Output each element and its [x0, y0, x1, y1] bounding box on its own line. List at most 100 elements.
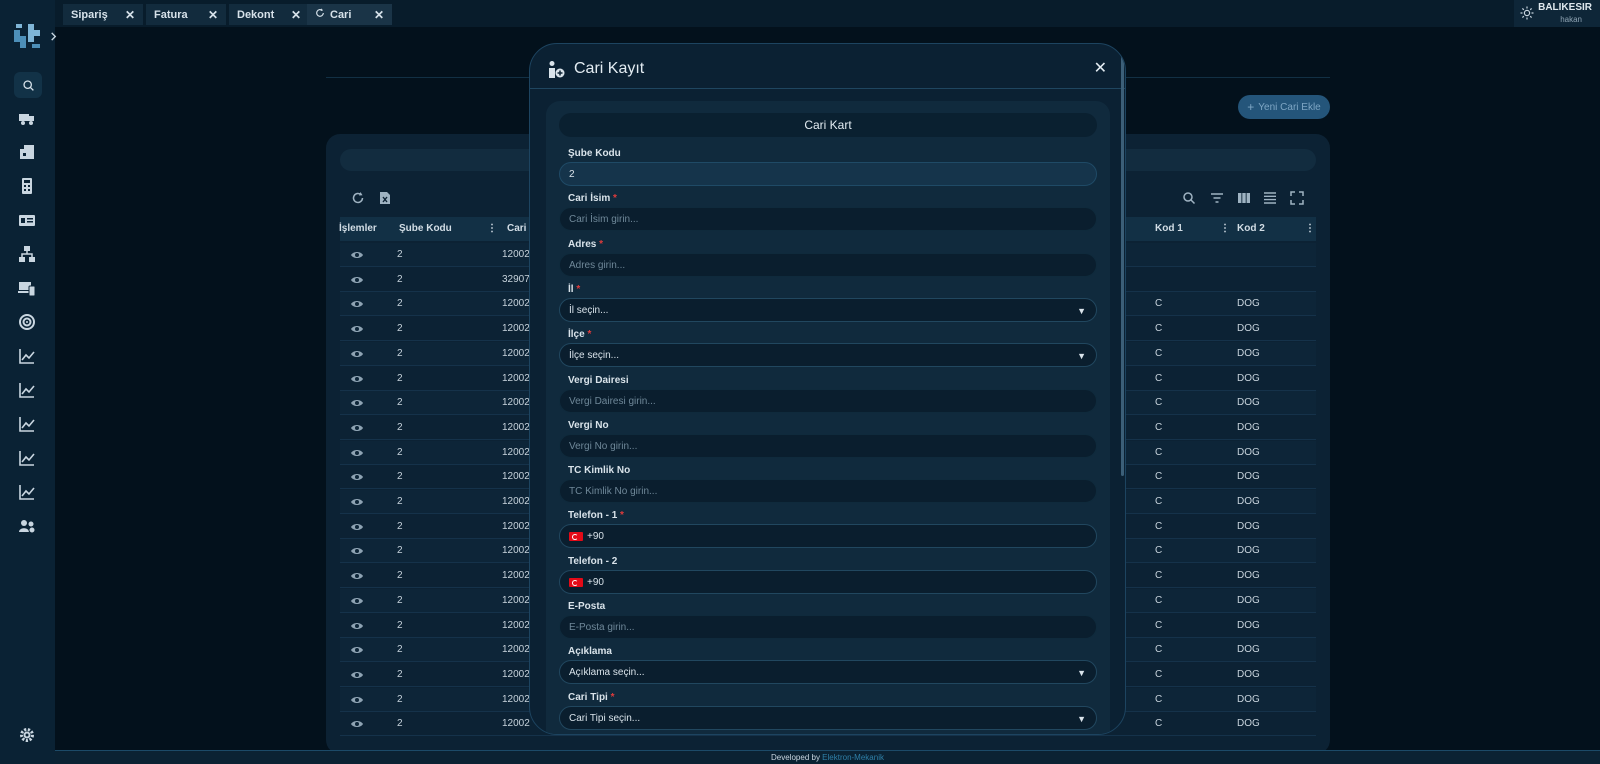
required-marker: * [617, 510, 624, 522]
tab-cari[interactable]: Cari ✕ [307, 4, 392, 25]
phone-field[interactable]: +90 [559, 569, 1097, 594]
close-icon[interactable]: ✕ [208, 8, 218, 22]
tab-label: Sipariş [71, 8, 108, 21]
chart-line-icon[interactable] [16, 379, 38, 401]
phone-field[interactable]: +90 [559, 524, 1097, 549]
select-field[interactable]: Cari Tipi seçin... ▼ [559, 705, 1097, 730]
field-label: Cari Tipi * [568, 692, 615, 703]
text-field[interactable]: Cari İsim girin... [559, 207, 1097, 232]
search-icon[interactable] [14, 72, 42, 98]
field-label-text: Cari Tipi [568, 691, 608, 703]
modal-scrollbar[interactable] [1121, 56, 1124, 476]
user-branch: BALIKESIR [1538, 2, 1592, 13]
text-field[interactable]: Vergi Dairesi girin... [559, 388, 1097, 413]
search-icon[interactable] [1181, 190, 1197, 206]
tab-fatura[interactable]: Fatura ✕ [146, 4, 226, 25]
chevron-down-icon: ▼ [1077, 668, 1086, 679]
id-card-icon[interactable] [16, 209, 38, 231]
columns-icon[interactable] [1236, 190, 1252, 206]
eye-icon[interactable] [350, 470, 364, 484]
column-header[interactable]: İşlemler [339, 223, 377, 234]
chart-line-icon[interactable] [16, 481, 38, 503]
close-icon[interactable]: ✕ [291, 8, 301, 22]
network-icon[interactable] [16, 243, 38, 265]
cell-cari: 12002 [502, 644, 530, 656]
user-box[interactable]: BALIKESIR hakan [1514, 0, 1600, 27]
text-field[interactable]: TC Kimlik No girin... [559, 479, 1097, 504]
refresh-icon[interactable] [350, 190, 366, 206]
turkey-flag-icon[interactable] [569, 532, 583, 542]
eye-icon[interactable] [350, 297, 364, 311]
close-icon[interactable]: ✕ [1094, 58, 1107, 78]
field-placeholder: TC Kimlik No girin... [569, 486, 658, 498]
tab-siparis[interactable]: Sipariş ✕ [63, 4, 143, 25]
cell-kod1: C [1155, 323, 1163, 335]
truck-icon[interactable] [16, 107, 38, 129]
eye-icon[interactable] [350, 273, 364, 287]
calculator-icon[interactable] [16, 175, 38, 197]
add-cari-button[interactable]: + Yeni Cari Ekle [1238, 95, 1330, 119]
eye-icon[interactable] [350, 544, 364, 558]
users-gear-icon[interactable] [16, 515, 38, 537]
target-icon[interactable] [16, 311, 38, 333]
eye-icon[interactable] [350, 643, 364, 657]
footer-link[interactable]: Elektron-Mekanik [822, 753, 884, 762]
eye-icon[interactable] [350, 717, 364, 731]
close-icon[interactable]: ✕ [374, 8, 384, 22]
density-icon[interactable] [1262, 190, 1278, 206]
refresh-icon[interactable] [315, 8, 325, 21]
filter-icon[interactable] [1209, 190, 1225, 206]
eye-icon[interactable] [350, 495, 364, 509]
column-menu-icon[interactable]: ⋮ [1220, 223, 1230, 234]
eye-icon[interactable] [350, 248, 364, 262]
select-field[interactable]: Açıklama seçin... ▼ [559, 660, 1097, 685]
text-field[interactable]: 2 [559, 162, 1097, 186]
cell-kod1: C [1155, 421, 1163, 433]
eye-icon[interactable] [350, 693, 364, 707]
eye-icon[interactable] [350, 594, 364, 608]
cell-sube-kodu: 2 [397, 668, 403, 680]
eye-icon[interactable] [350, 396, 364, 410]
tab-bar: Sipariş ✕ Fatura ✕ Dekont ✕ Cari ✕ BALIK… [55, 0, 1600, 27]
eye-icon[interactable] [350, 421, 364, 435]
select-field[interactable]: İl seçin... ▼ [559, 297, 1097, 322]
eye-icon[interactable] [350, 372, 364, 386]
field-placeholder: Cari İsim girin... [569, 214, 639, 226]
eye-icon[interactable] [350, 446, 364, 460]
column-menu-icon[interactable]: ⋮ [487, 223, 497, 234]
add-cari-label: Yeni Cari Ekle [1258, 101, 1321, 113]
eye-icon[interactable] [350, 569, 364, 583]
fullscreen-icon[interactable] [1289, 190, 1305, 206]
warehouse-icon[interactable] [16, 141, 38, 163]
sidebar-expand-button[interactable] [46, 28, 60, 44]
eye-icon[interactable] [350, 619, 364, 633]
text-field[interactable]: E-Posta girin... [559, 615, 1097, 639]
settings-gear-icon[interactable] [16, 724, 38, 746]
eye-icon[interactable] [350, 520, 364, 534]
card-title: Cari Kart [559, 113, 1097, 137]
turkey-flag-icon[interactable] [569, 577, 583, 587]
text-field[interactable]: Adres girin... [559, 252, 1097, 277]
cell-kod1: C [1155, 520, 1163, 532]
cell-cari: 12002 [502, 347, 530, 359]
excel-export-icon[interactable] [377, 190, 393, 206]
column-header[interactable]: Kod 2 [1237, 223, 1265, 234]
select-field[interactable]: İlçe seçin... ▼ [559, 343, 1097, 368]
cell-kod2: DOG [1237, 496, 1260, 507]
tab-dekont[interactable]: Dekont ✕ [229, 4, 309, 25]
eye-icon[interactable] [350, 347, 364, 361]
devices-icon[interactable] [16, 277, 38, 299]
user-name: hakan [1560, 15, 1582, 24]
eye-icon[interactable] [350, 668, 364, 682]
chart-line-icon[interactable] [16, 345, 38, 367]
chart-line-icon[interactable] [16, 447, 38, 469]
eye-icon[interactable] [350, 322, 364, 336]
field-label: Vergi No [568, 420, 609, 431]
chart-line-icon[interactable] [16, 413, 38, 435]
text-field[interactable]: Vergi No girin... [559, 433, 1097, 458]
close-icon[interactable]: ✕ [125, 8, 135, 22]
column-header[interactable]: Şube Kodu [399, 223, 452, 234]
column-menu-icon[interactable]: ⋮ [1305, 223, 1315, 234]
column-header[interactable]: Kod 1 [1155, 223, 1183, 234]
theme-toggle-icon[interactable] [1520, 6, 1534, 20]
